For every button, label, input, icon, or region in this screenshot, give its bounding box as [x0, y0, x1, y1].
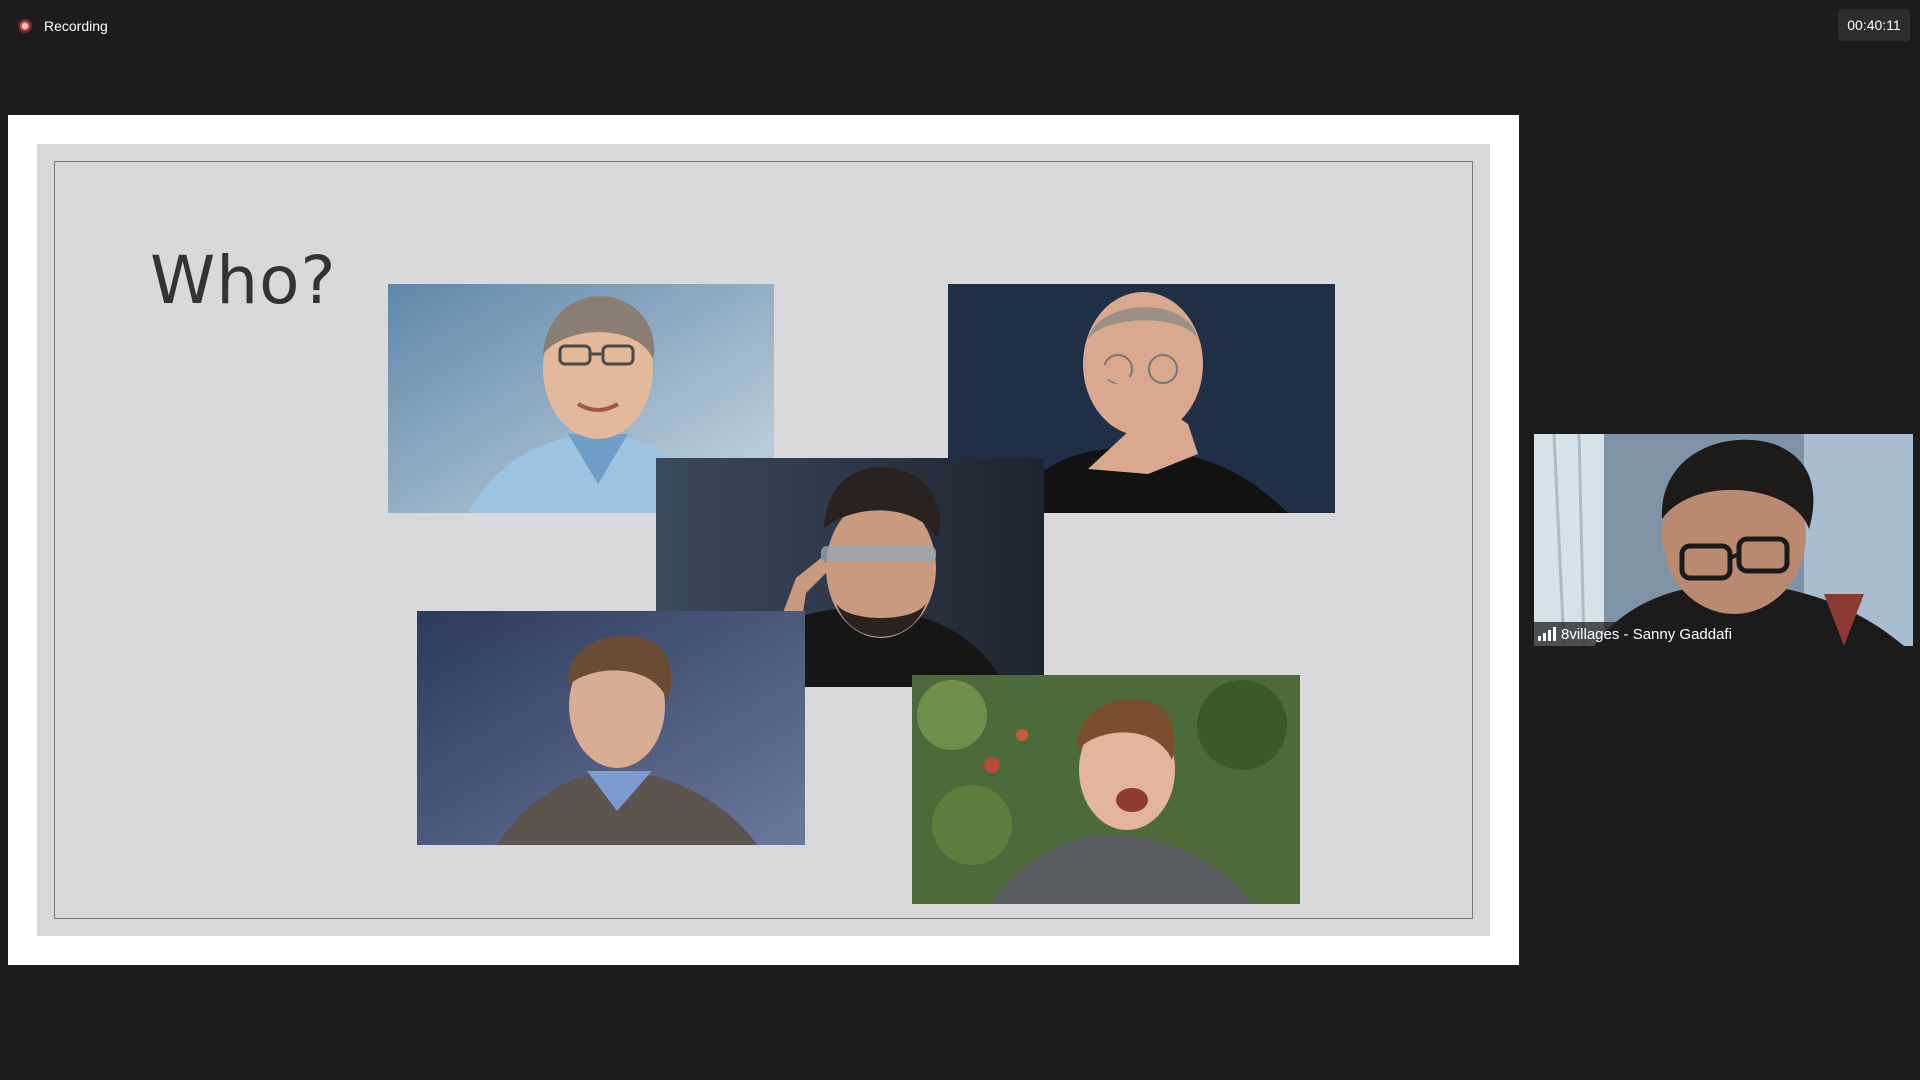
shared-screen: Who? [8, 115, 1519, 965]
participant-name-bar: 8villages - Sanny Gaddafi [1534, 622, 1738, 646]
presentation-slide: Who? [37, 144, 1490, 936]
recording-indicator[interactable]: Recording [18, 16, 108, 36]
signal-strength-icon [1538, 627, 1556, 641]
slide-title: Who? [150, 242, 337, 319]
participant-video-tile[interactable]: 8villages - Sanny Gaddafi [1534, 434, 1913, 646]
record-icon [18, 19, 32, 33]
participant-video [1534, 434, 1913, 646]
portrait-photo-bottom-left [417, 611, 805, 845]
participant-name: 8villages - Sanny Gaddafi [1561, 625, 1732, 643]
meeting-timer: 00:40:11 [1838, 9, 1910, 41]
recording-label: Recording [44, 18, 108, 34]
portrait-photo-bottom-right [912, 675, 1300, 904]
